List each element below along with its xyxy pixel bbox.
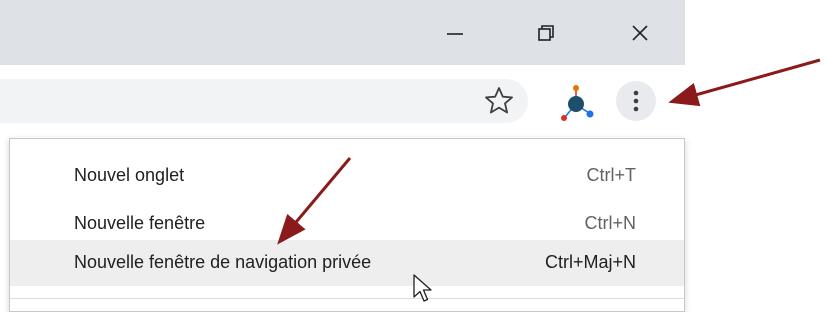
menu-item-shortcut: Ctrl+T [586, 165, 637, 185]
browser-menu-dropdown: Nouvel onglet Ctrl+T Nouvelle fenêtre Ct… [9, 138, 685, 312]
menu-item-shortcut: Ctrl+N [584, 213, 636, 233]
menu-item-label: Nouvelle fenêtre de navigation privée [74, 252, 372, 272]
three-dots-vertical-icon [633, 90, 639, 112]
menu-separator [10, 298, 684, 299]
extension-icon[interactable] [555, 83, 599, 123]
address-bar[interactable] [0, 79, 528, 123]
menu-item-label: Nouvel onglet [74, 165, 185, 185]
star-icon[interactable] [482, 84, 516, 118]
browser-toolbar [0, 65, 685, 137]
mouse-cursor-icon [413, 274, 432, 302]
browser-menu-button[interactable] [616, 81, 656, 121]
annotation-arrow-menu-button [668, 58, 821, 107]
menu-item-shortcut: Ctrl+Maj+N [544, 252, 636, 272]
close-icon[interactable] [625, 18, 655, 48]
restore-icon[interactable] [531, 18, 561, 48]
menu-item-new-incognito-window[interactable]: Nouvelle fenêtre de navigation privée Ct… [10, 240, 684, 286]
menu-item-label: Nouvelle fenêtre [74, 213, 206, 233]
title-bar [0, 0, 685, 65]
minimize-icon[interactable] [440, 18, 470, 48]
menu-item-new-tab[interactable]: Nouvel onglet Ctrl+T [10, 153, 684, 199]
